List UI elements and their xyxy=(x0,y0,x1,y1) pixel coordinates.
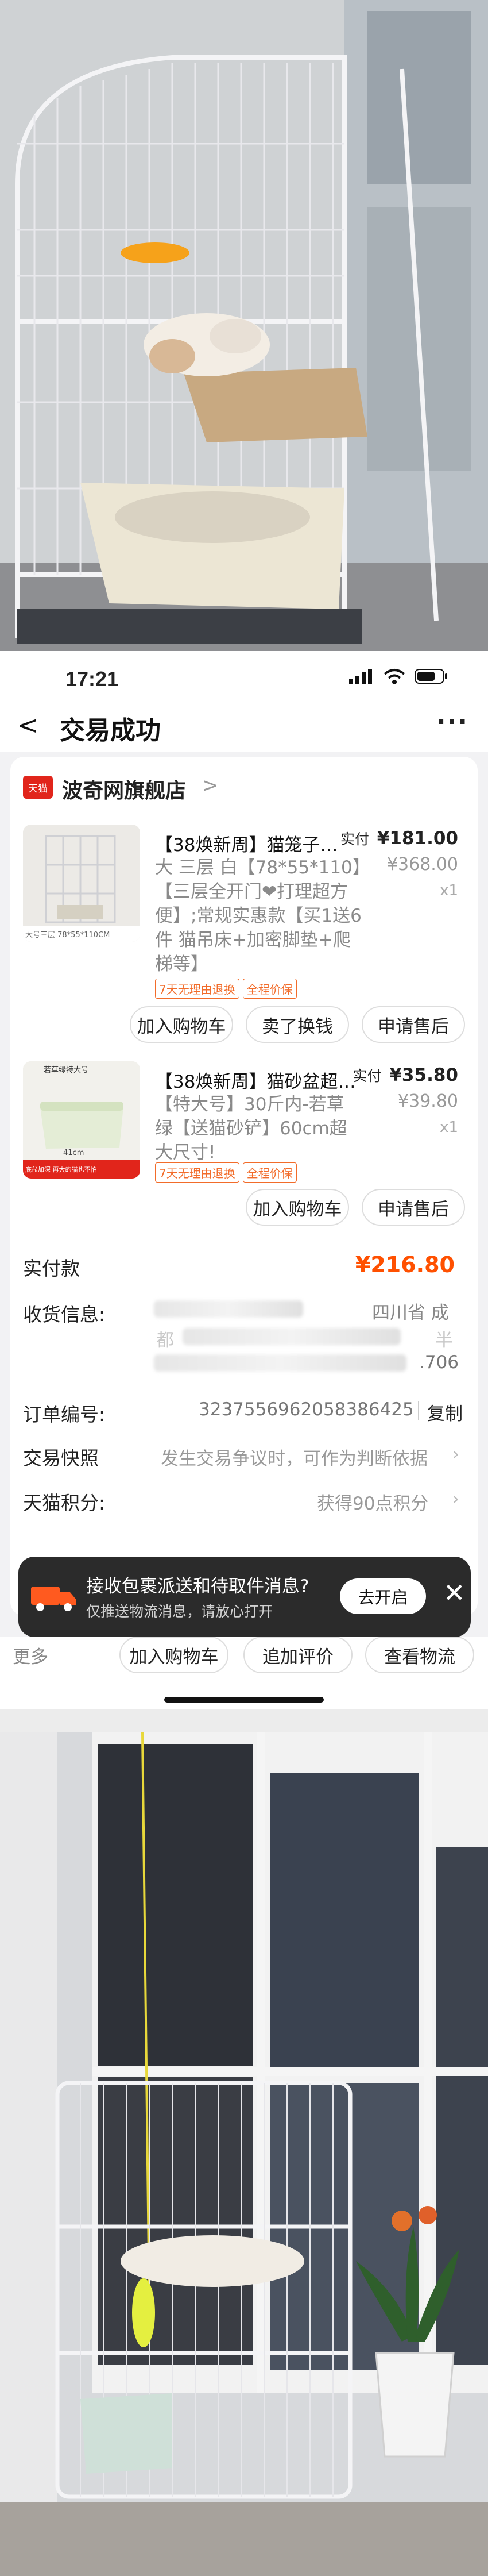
paid-label: 实付 xyxy=(353,1068,382,1084)
receiver-region: 四川省 成 xyxy=(372,1303,449,1323)
chevron-right-icon[interactable]: › xyxy=(452,1443,459,1465)
notification-toast: 接收包裹派送和待取件消息? 仅推送物流消息，请放心打开 去开启 ✕ xyxy=(18,1557,471,1637)
store-name[interactable]: 波奇网旗舰店 xyxy=(62,774,186,804)
product-spec: 大 三层 白【78*55*110】【三层全开门❤打理超方便】;常规实惠款【买1送… xyxy=(155,857,362,975)
original-price: ¥39.80 xyxy=(398,1091,458,1111)
tag-price-protect: 全程价保 xyxy=(242,979,297,999)
product-spec: 【特大号】30斤内-若草绿【送猫砂铲】60cm超大尺寸! xyxy=(155,1094,347,1163)
points-value[interactable]: 获得90点积分 xyxy=(317,1489,428,1515)
copy-divider xyxy=(418,1401,419,1420)
receiver-partial: 半 xyxy=(435,1330,453,1351)
status-time: 17:21 xyxy=(65,667,119,691)
chevron-right-icon[interactable]: › xyxy=(452,1488,459,1510)
wifi-icon xyxy=(384,669,405,684)
battery-icon xyxy=(415,669,447,684)
bottom-room-photo xyxy=(0,1709,488,2576)
order-number-label: 订单编号: xyxy=(23,1403,106,1426)
litter-thumb-caption: 若草绿特大号 xyxy=(44,1066,89,1075)
after-sale-button[interactable]: 申请售后 xyxy=(362,1189,465,1226)
litter-thumb-image xyxy=(23,1061,140,1179)
paid-total-value: ¥216.80 xyxy=(355,1252,455,1277)
original-price: ¥368.00 xyxy=(386,854,458,875)
signal-icon xyxy=(349,669,372,684)
receiver-city: 都 xyxy=(156,1330,174,1351)
product-thumb-litter[interactable]: 若草绿特大号 41cm 底盆加深 再大的猫也不怕 xyxy=(23,1061,140,1179)
status-bar: 17:21 xyxy=(0,651,488,695)
home-indicator xyxy=(164,1697,324,1703)
more-icon[interactable]: ··· xyxy=(436,707,468,737)
paid-value: ¥181.00 xyxy=(377,828,458,849)
toast-title: 接收包裹派送和待取件消息? xyxy=(86,1576,309,1597)
view-logistics-button[interactable]: 查看物流 xyxy=(365,1637,474,1673)
tmall-badge: 天猫 xyxy=(23,776,53,799)
points-label: 天猫积分: xyxy=(23,1492,106,1514)
chevron-right-icon[interactable]: > xyxy=(202,774,219,797)
add-to-cart-button[interactable]: 加入购物车 xyxy=(130,1006,233,1043)
paid-value: ¥35.80 xyxy=(389,1065,458,1085)
cage-thumb-caption: 大号三层 78*55*110CM xyxy=(25,931,110,939)
order-detail-screen: 17:21 < 交易成功 ··· 天猫 波奇网旗舰店 > 大号三层 78*55*… xyxy=(0,651,488,1709)
toast-subtitle: 仅推送物流消息，请放心打开 xyxy=(86,1603,273,1620)
product-paid-price: 实付 ¥35.80 xyxy=(353,1065,458,1085)
tag-price-protect: 全程价保 xyxy=(242,1162,297,1183)
delivery-truck-icon xyxy=(31,1587,76,1611)
close-icon[interactable]: ✕ xyxy=(443,1577,466,1608)
page-title: 交易成功 xyxy=(60,716,161,745)
receiver-blurred xyxy=(154,1300,303,1318)
snapshot-hint[interactable]: 发生交易争议时，可作为判断依据 xyxy=(161,1444,428,1470)
resell-button[interactable]: 卖了换钱 xyxy=(246,1006,349,1043)
product-paid-price: 实付 ¥181.00 xyxy=(340,828,458,849)
room-photo-drawing xyxy=(0,1709,488,2576)
cat-cage-photo-drawing xyxy=(0,0,488,651)
quantity: x1 xyxy=(440,882,458,899)
order-card: 天猫 波奇网旗舰店 > 大号三层 78*55*110CM 【38焕新周】猫笼子…… xyxy=(10,757,478,1616)
add-review-button[interactable]: 追加评价 xyxy=(243,1637,353,1673)
service-tags: 7天无理由退换 全程价保 xyxy=(155,1162,297,1183)
product-title[interactable]: 【38焕新周】猫笼子… xyxy=(155,830,356,856)
copy-button[interactable]: 复制 xyxy=(427,1399,463,1425)
tag-return: 7天无理由退换 xyxy=(155,979,239,999)
paid-label: 实付 xyxy=(340,831,369,848)
product-title[interactable]: 【38焕新周】猫砂盆超… xyxy=(155,1067,356,1093)
after-sale-button[interactable]: 申请售后 xyxy=(362,1006,465,1043)
receiver-phone-tail: .706 xyxy=(419,1352,459,1373)
top-cat-cage-photo xyxy=(0,0,488,651)
quantity: x1 xyxy=(440,1119,458,1136)
service-tags: 7天无理由退换 全程价保 xyxy=(155,979,297,999)
snapshot-label: 交易快照 xyxy=(23,1447,99,1469)
order-number: 3237556962058386425 xyxy=(199,1399,414,1420)
paid-total-label: 实付款 xyxy=(23,1257,80,1280)
litter-thumb-bottom: 底盆加深 再大的猫也不怕 xyxy=(25,1166,97,1173)
receiver-blurred xyxy=(183,1328,401,1345)
bottom-add-to-cart-button[interactable]: 加入购物车 xyxy=(119,1637,228,1673)
nav-bar: < 交易成功 ··· xyxy=(0,695,488,752)
enable-notification-button[interactable]: 去开启 xyxy=(340,1578,426,1614)
litter-thumb-size: 41cm xyxy=(63,1149,84,1157)
more-link[interactable]: 更多 xyxy=(13,1642,48,1668)
back-icon[interactable]: < xyxy=(17,711,38,740)
cage-thumb-image xyxy=(23,825,140,942)
add-to-cart-button[interactable]: 加入购物车 xyxy=(246,1189,349,1226)
status-icons xyxy=(349,668,448,684)
receiver-blurred xyxy=(154,1354,406,1372)
receiver-label: 收货信息: xyxy=(23,1303,106,1326)
tag-return: 7天无理由退换 xyxy=(155,1162,239,1183)
product-thumb-cage[interactable]: 大号三层 78*55*110CM xyxy=(23,825,140,942)
